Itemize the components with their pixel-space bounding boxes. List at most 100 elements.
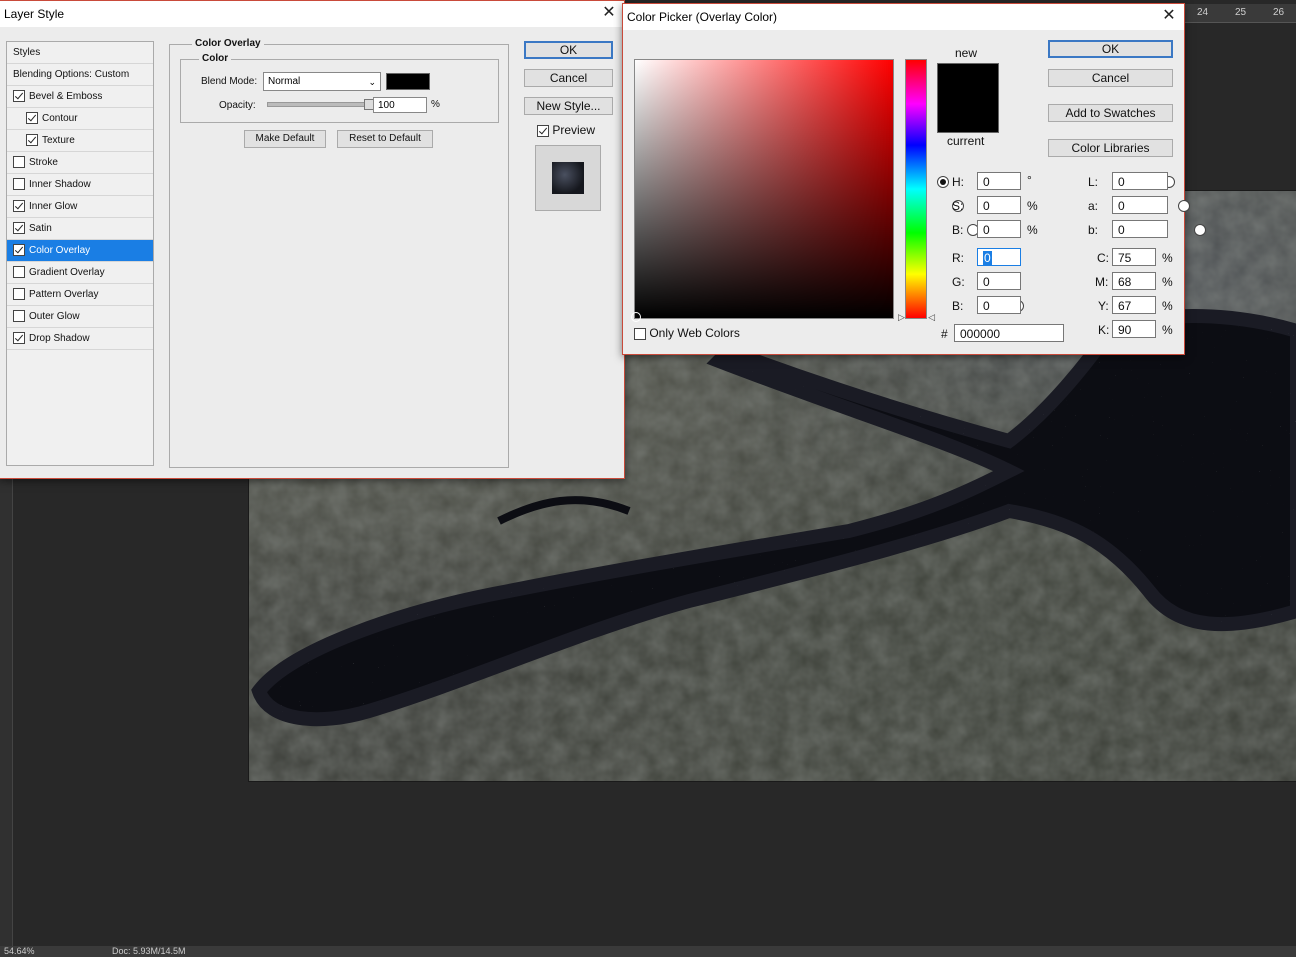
hue-slider[interactable]: ▷ ◁ <box>898 59 935 322</box>
opacity-slider[interactable] <box>267 99 374 110</box>
radio-lab-b[interactable] <box>1193 224 1206 237</box>
zoom-level[interactable]: 54.64% <box>4 946 35 956</box>
title-bar[interactable]: Layer Style ✕ <box>0 1 624 27</box>
magenta-label: M: <box>1095 275 1109 289</box>
styles-list: Styles Blending Options: Custom Bevel & … <box>6 41 154 466</box>
preview-checkbox[interactable] <box>537 124 549 137</box>
doc-size[interactable]: Doc: 5.93M/14.5M <box>112 946 186 956</box>
color-libraries-button[interactable]: Color Libraries <box>1048 139 1173 157</box>
cyan-value: 75 <box>1118 251 1132 265</box>
reset-default-button[interactable]: Reset to Default <box>337 130 433 148</box>
style-item-label: Color Overlay <box>29 245 91 256</box>
hue-input[interactable]: 0 <box>977 172 1021 190</box>
style-item-checkbox[interactable] <box>13 266 25 279</box>
hue-unit: ° <box>1027 173 1032 187</box>
cancel-button[interactable]: Cancel <box>1048 69 1173 87</box>
opacity-unit: % <box>431 99 440 110</box>
style-item-inner-glow[interactable]: Inner Glow <box>7 196 153 218</box>
ok-button[interactable]: OK <box>1048 40 1173 58</box>
blending-options[interactable]: Blending Options: Custom <box>7 64 153 86</box>
cancel-button[interactable]: Cancel <box>524 69 613 87</box>
style-item-drop-shadow[interactable]: Drop Shadow <box>7 328 153 350</box>
blue-input[interactable]: 0 <box>977 296 1021 314</box>
section-title: Color Overlay <box>192 38 264 49</box>
style-item-contour[interactable]: Contour <box>7 108 153 130</box>
green-input[interactable]: 0 <box>977 272 1021 290</box>
close-icon[interactable]: ✕ <box>600 4 618 22</box>
cyan-input[interactable]: 75 <box>1112 248 1156 266</box>
style-item-checkbox[interactable] <box>26 134 38 147</box>
magenta-unit: % <box>1162 275 1173 289</box>
brightness-input[interactable]: 0 <box>977 220 1021 238</box>
style-item-color-overlay[interactable]: Color Overlay <box>7 240 153 262</box>
style-item-checkbox[interactable] <box>13 90 25 103</box>
style-item-texture[interactable]: Texture <box>7 130 153 152</box>
styles-header-label: Styles <box>13 47 41 58</box>
styles-header[interactable]: Styles <box>7 42 153 64</box>
lab-a-label: a: <box>1088 199 1099 213</box>
style-item-gradient-overlay[interactable]: Gradient Overlay <box>7 262 153 284</box>
close-icon[interactable]: ✕ <box>1160 7 1178 25</box>
hex-label: # <box>941 327 948 341</box>
style-item-checkbox[interactable] <box>13 244 25 257</box>
color-field-cursor[interactable] <box>631 312 641 322</box>
preview-toggle[interactable]: Preview <box>537 123 595 137</box>
cyan-label: C: <box>1097 251 1109 265</box>
lab-a-input[interactable]: 0 <box>1112 196 1168 214</box>
style-item-checkbox[interactable] <box>13 200 25 213</box>
yellow-unit: % <box>1162 299 1173 313</box>
new-color-label: new <box>955 46 978 60</box>
style-item-checkbox[interactable] <box>26 112 38 125</box>
lab-a-value: 0 <box>1118 199 1125 213</box>
saturation-unit: % <box>1027 199 1038 213</box>
yellow-input[interactable]: 67 <box>1112 296 1156 314</box>
style-item-inner-shadow[interactable]: Inner Shadow <box>7 174 153 196</box>
title-bar[interactable]: Color Picker (Overlay Color) ✕ <box>623 4 1184 30</box>
style-item-checkbox[interactable] <box>13 310 25 323</box>
style-item-pattern-overlay[interactable]: Pattern Overlay <box>7 284 153 306</box>
style-item-checkbox[interactable] <box>13 288 25 301</box>
only-web-colors-toggle[interactable]: Only Web Colors <box>634 326 740 340</box>
radio-hue[interactable] <box>937 176 949 189</box>
red-input[interactable]: 0 <box>977 248 1021 266</box>
preview-swatch <box>552 162 584 194</box>
new-style-button[interactable]: New Style... <box>524 97 613 115</box>
style-item-checkbox[interactable] <box>13 222 25 235</box>
blending-options-label: Blending Options: Custom <box>13 69 130 80</box>
overlay-color-swatch[interactable] <box>386 73 430 90</box>
saturation-input[interactable]: 0 <box>977 196 1021 214</box>
make-default-button[interactable]: Make Default <box>244 130 326 148</box>
opacity-input[interactable]: 100 <box>373 97 427 113</box>
style-item-label: Stroke <box>29 157 58 168</box>
style-item-satin[interactable]: Satin <box>7 218 153 240</box>
blend-mode-select[interactable]: Normal ⌄ <box>263 72 381 91</box>
hex-input[interactable]: 000000 <box>954 324 1064 342</box>
style-item-checkbox[interactable] <box>13 178 25 191</box>
ok-button[interactable]: OK <box>524 41 613 59</box>
style-item-checkbox[interactable] <box>13 332 25 345</box>
green-value: 0 <box>983 275 990 289</box>
lab-l-input[interactable]: 0 <box>1112 172 1168 190</box>
only-web-colors-label: Only Web Colors <box>649 326 740 340</box>
style-item-label: Outer Glow <box>29 311 80 322</box>
saturation-value: 0 <box>983 199 990 213</box>
style-item-outer-glow[interactable]: Outer Glow <box>7 306 153 328</box>
hue-slider-right-arrow-icon[interactable]: ◁ <box>928 312 935 323</box>
black-input[interactable]: 90 <box>1112 320 1156 338</box>
only-web-colors-checkbox[interactable] <box>634 327 646 340</box>
style-item-checkbox[interactable] <box>13 156 25 169</box>
style-item-bevel-emboss[interactable]: Bevel & Emboss <box>7 86 153 108</box>
style-item-label: Satin <box>29 223 52 234</box>
style-preview-thumbnail <box>535 145 601 211</box>
status-bar: 54.64% Doc: 5.93M/14.5M <box>0 946 1296 957</box>
opacity-value: 100 <box>378 100 395 111</box>
saturation-brightness-field[interactable] <box>631 59 894 322</box>
blue-label: B: <box>952 299 964 313</box>
lab-b-input[interactable]: 0 <box>1112 220 1168 238</box>
lab-b-label: b: <box>1088 223 1099 237</box>
hue-slider-left-arrow-icon[interactable]: ▷ <box>898 312 905 323</box>
add-to-swatches-button[interactable]: Add to Swatches <box>1048 104 1173 122</box>
blend-mode-value: Normal <box>268 76 301 87</box>
magenta-input[interactable]: 68 <box>1112 272 1156 290</box>
style-item-stroke[interactable]: Stroke <box>7 152 153 174</box>
